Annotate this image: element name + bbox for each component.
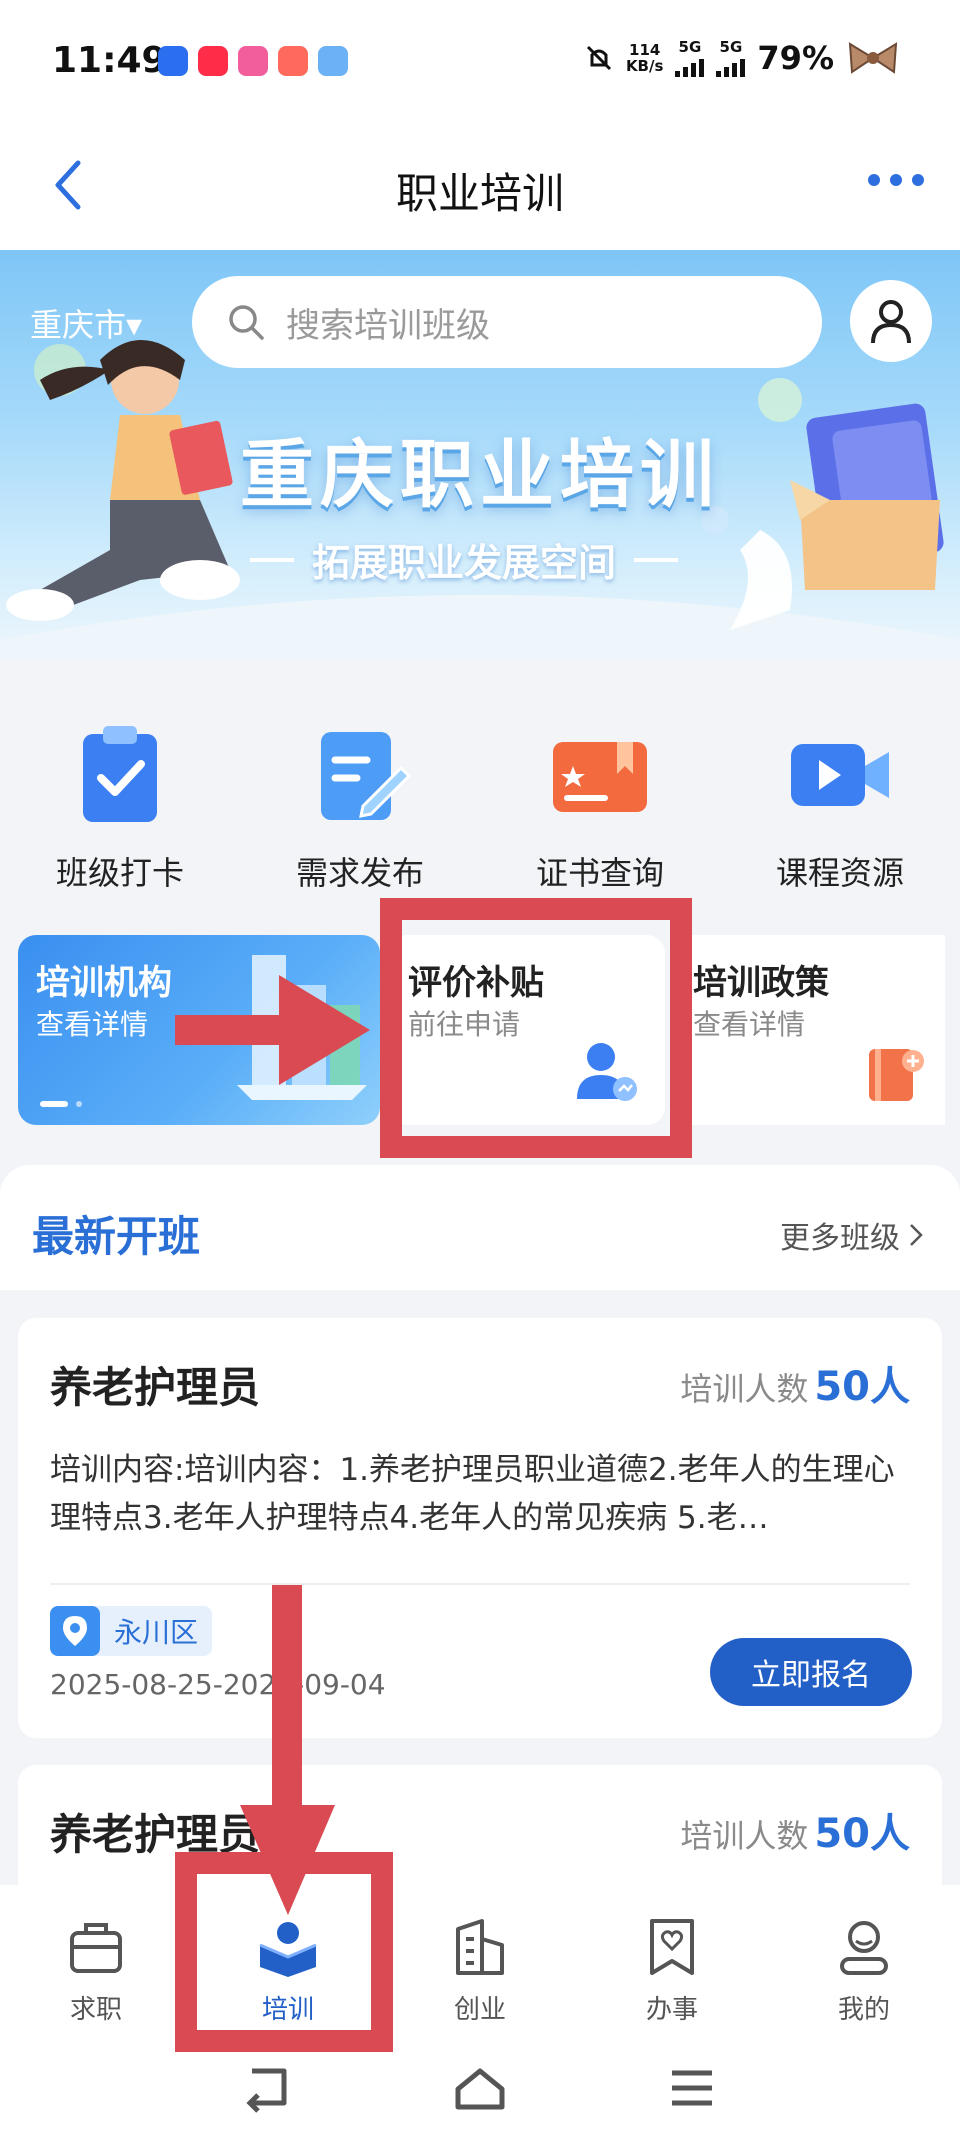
more-classes-link[interactable]: 更多班级 xyxy=(780,1213,924,1257)
tab-mine[interactable]: 我的 xyxy=(768,1915,960,2026)
tab-label: 办事 xyxy=(645,1995,698,2025)
service-card-training-policy[interactable]: 培训政策 查看详情 xyxy=(675,935,945,1125)
section-title: 最新开班 xyxy=(32,1212,201,1261)
city-selector[interactable]: 重庆市▾ xyxy=(30,300,142,346)
app-notification-icon xyxy=(238,46,268,76)
tab-startup[interactable]: 创业 xyxy=(384,1915,576,2026)
app-notification-icon xyxy=(158,46,188,76)
status-bar: 11:49 114 KB/s 5G 5G 79% xyxy=(0,0,960,120)
battery-level: 79% xyxy=(757,39,834,77)
quick-action-label: 课程资源 xyxy=(775,854,904,892)
class-card[interactable]: 养老护理员 培训人数 50人 培训内容:培训内容：1.养老护理员职业道德2.老年… xyxy=(18,1318,942,1738)
page-title: 职业培训 xyxy=(395,169,564,218)
arrow-right-icon xyxy=(175,975,370,1085)
divider xyxy=(50,1583,910,1585)
building-icon xyxy=(456,1919,504,1975)
class-title: 养老护理员 xyxy=(50,1363,261,1412)
app-notification-icon xyxy=(278,46,308,76)
quick-action-label: 证书查询 xyxy=(535,854,664,892)
banner-subtitle: 拓展职业发展空间 xyxy=(250,532,679,587)
user-icon xyxy=(871,300,911,344)
quick-action-label: 班级打卡 xyxy=(55,854,184,892)
quick-actions: 班级打卡 需求发布 证书查询 课程资源 xyxy=(0,720,960,894)
tab-services[interactable]: 办事 xyxy=(576,1915,768,2026)
status-indicators: 114 KB/s 5G 5G 79% xyxy=(584,38,900,78)
card-subtitle: 前往申请 xyxy=(408,1008,521,1041)
trainee-count: 培训人数 50人 xyxy=(680,1811,910,1857)
more-button[interactable] xyxy=(868,174,924,186)
service-card-evaluation-subsidy[interactable]: 评价补贴 前往申请 xyxy=(390,935,665,1125)
training-book-icon xyxy=(259,1922,317,1977)
bow-decoration-icon xyxy=(848,42,898,74)
trainee-count: 培训人数 50人 xyxy=(680,1364,910,1410)
carousel-dots xyxy=(40,1101,82,1107)
card-title: 培训机构 xyxy=(36,963,172,1003)
status-time: 11:49 xyxy=(52,40,167,81)
apply-now-button[interactable]: 立即报名 xyxy=(710,1638,912,1706)
tab-job[interactable]: 求职 xyxy=(0,1915,192,2026)
search-icon xyxy=(229,305,264,340)
tab-label: 培训 xyxy=(261,1995,314,2025)
card-title: 培训政策 xyxy=(693,963,829,1003)
sim2-signal: 5G xyxy=(716,39,746,77)
location-tag: 永川区 xyxy=(50,1606,213,1656)
hero-banner: 重庆市▾ 搜索培训班级 重庆职业培训 拓展职业发展空间 xyxy=(0,250,960,660)
net-speed: 114 KB/s xyxy=(625,41,664,75)
policy-book-icon xyxy=(869,1049,924,1101)
signal-bars-icon xyxy=(675,55,705,77)
card-subtitle: 查看详情 xyxy=(36,1008,149,1041)
status-app-icons xyxy=(158,46,348,76)
tab-label: 求职 xyxy=(69,1995,122,2025)
class-description: 培训内容:培训内容：1.养老护理员职业道德2.老年人的生理心理特点3.老年人护理… xyxy=(50,1452,895,1536)
system-menu-icon[interactable] xyxy=(662,2063,722,2113)
person-subsidy-icon xyxy=(577,1043,637,1101)
video-camera-icon xyxy=(791,744,889,806)
class-title: 养老护理员 xyxy=(50,1810,261,1859)
clipboard-check-icon xyxy=(83,726,157,822)
sim1-signal: 5G xyxy=(675,39,705,77)
quick-action-label: 需求发布 xyxy=(295,854,424,892)
mute-icon xyxy=(586,45,611,71)
arrow-down-icon xyxy=(240,1585,335,1915)
system-home-icon[interactable] xyxy=(450,2063,510,2113)
tab-label: 创业 xyxy=(453,1995,506,2025)
nav-bar: 职业培训 xyxy=(0,120,960,250)
location-pin-icon xyxy=(50,1606,100,1656)
app-notification-icon xyxy=(198,46,228,76)
quick-action-certificate[interactable]: 证书查询 xyxy=(480,720,720,894)
app-notification-icon xyxy=(318,46,348,76)
certificate-icon xyxy=(553,742,647,812)
user-icon xyxy=(840,1921,888,1975)
briefcase-icon xyxy=(70,1923,122,1973)
system-navigation-bar xyxy=(0,2053,960,2133)
tab-label: 我的 xyxy=(837,1995,890,2025)
quick-action-demand-post[interactable]: 需求发布 xyxy=(240,720,480,894)
tab-training[interactable]: 培训 xyxy=(192,1915,384,2026)
chevron-right-icon xyxy=(910,1224,923,1246)
latest-classes-header: 最新开班 更多班级 xyxy=(0,1165,960,1290)
quick-action-course-resource[interactable]: 课程资源 xyxy=(720,720,960,894)
heart-bookmark-icon xyxy=(650,1919,694,1975)
banner-title: 重庆职业培训 xyxy=(240,432,720,518)
system-back-icon[interactable] xyxy=(238,2063,298,2113)
more-dots-icon xyxy=(868,174,880,186)
profile-button[interactable] xyxy=(850,280,932,362)
signal-bars-icon xyxy=(716,55,746,77)
bottom-tab-bar: 求职 培训 创业 办事 我的 xyxy=(0,1885,960,2133)
card-title: 评价补贴 xyxy=(408,963,544,1003)
quick-action-class-checkin[interactable]: 班级打卡 xyxy=(0,720,240,894)
card-subtitle: 查看详情 xyxy=(693,1008,806,1041)
edit-note-icon xyxy=(321,732,412,820)
search-placeholder: 搜索培训班级 xyxy=(286,305,490,346)
search-input[interactable]: 搜索培训班级 xyxy=(192,276,822,368)
